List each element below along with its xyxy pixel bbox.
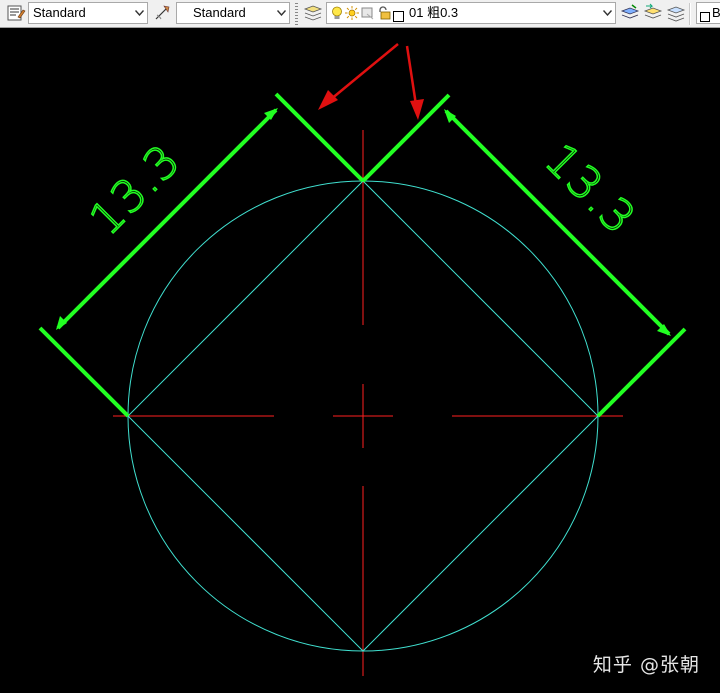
dimension-style-icon[interactable] [153, 3, 173, 23]
chevron-down-icon[interactable] [273, 3, 289, 23]
watermark-author: @张朝 [639, 654, 700, 676]
annotation-arrow-left-head [318, 90, 338, 110]
light-bulb-icon[interactable] [331, 6, 343, 27]
make-current-layer-icon[interactable] [620, 3, 640, 23]
dimension-line-right [444, 109, 671, 336]
annotation-arrows [318, 43, 424, 120]
dimension-style-value: Standard [193, 5, 246, 20]
text-style-icon[interactable] [6, 3, 26, 23]
layer-states-icon[interactable] [666, 3, 686, 23]
text-style-select[interactable]: Standard [28, 2, 148, 24]
annotation-arrow-right-shaft [405, 45, 418, 106]
sun-icon[interactable] [345, 6, 359, 26]
watermark-brand: 知乎 [592, 654, 633, 676]
dimension-style-select[interactable]: Standard [176, 2, 290, 24]
layer-previous-icon[interactable] [643, 3, 663, 23]
dimension-text-left: 13.3 [80, 134, 191, 245]
layer-manager-icon[interactable] [303, 3, 323, 23]
property-select-partial[interactable]: B [696, 2, 720, 24]
layer-select[interactable]: 01 粗0.3 [326, 2, 616, 24]
viewport-freeze-icon[interactable] [361, 6, 375, 26]
text-style-value: Standard [33, 5, 86, 20]
drawing-canvas[interactable]: 13.3 13.3 [0, 28, 720, 693]
chevron-down-icon[interactable] [599, 3, 615, 23]
chevron-down-icon[interactable] [131, 3, 147, 23]
property-select-partial-text: B [712, 5, 720, 20]
watermark: 知乎 @张朝 [593, 650, 700, 677]
annotation-arrow-left-shaft [329, 43, 399, 101]
extension-line-left-bottom [38, 326, 130, 418]
layer-color-swatch-icon[interactable] [393, 8, 404, 28]
annotation-arrow-right-head [410, 99, 424, 120]
dimension-text-right: 13.3 [535, 134, 646, 245]
toolbar-separator [689, 3, 691, 25]
toolbar-grip[interactable] [295, 3, 298, 25]
color-swatch-icon[interactable] [700, 8, 710, 28]
toolbar: Standard Standard 01 粗0.3 B [0, 0, 720, 28]
extension-line-right-bottom [596, 327, 687, 418]
extension-line-right-top [361, 93, 451, 183]
layer-name-value: 01 粗0.3 [409, 5, 459, 20]
lock-icon[interactable] [377, 6, 391, 26]
